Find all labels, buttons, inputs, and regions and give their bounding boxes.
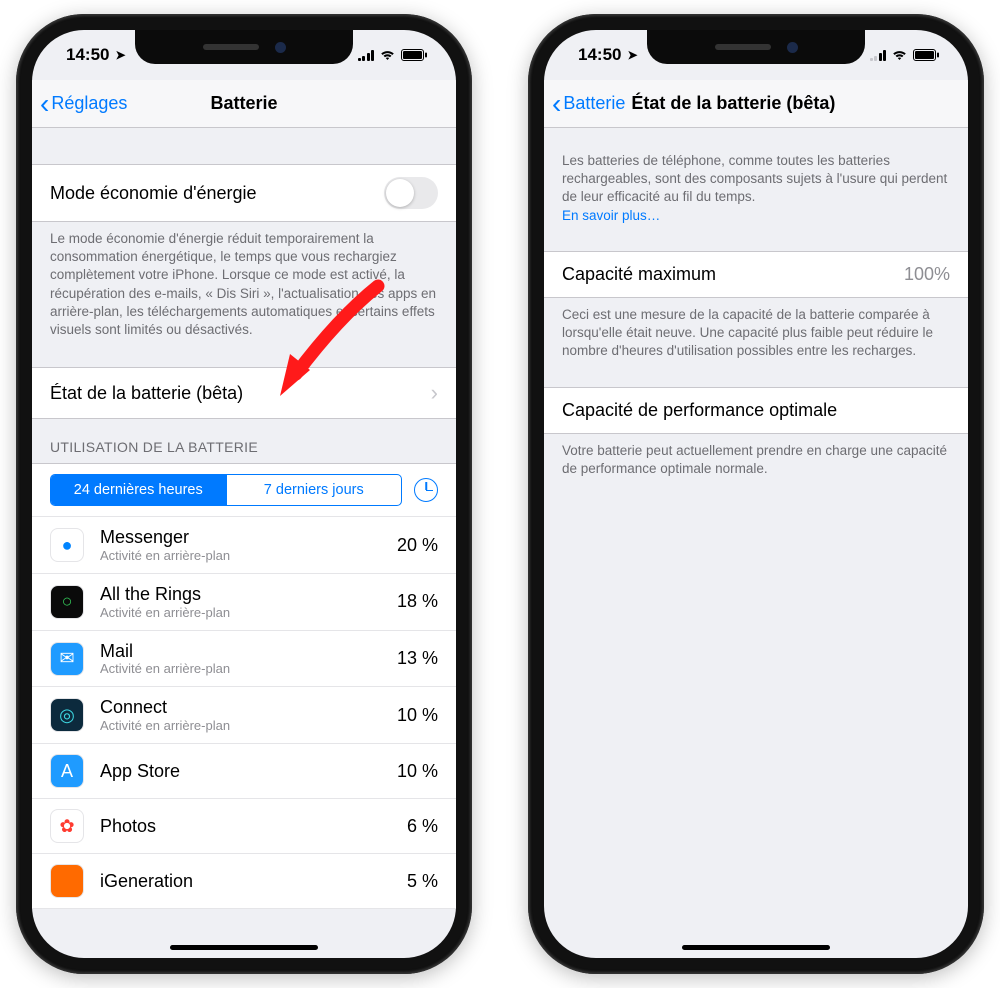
iphone-mockup-left: 14:50 ➤ ‹ Régl <box>16 14 472 974</box>
page-title: État de la batterie (bêta) <box>631 93 835 114</box>
screen-right: 14:50 ➤ ‹ Batt <box>544 30 968 958</box>
app-row[interactable]: ◎ ConnectActivité en arrière-plan 10 % <box>32 687 456 744</box>
back-label: Batterie <box>563 93 625 114</box>
clock-icon[interactable] <box>414 478 438 502</box>
status-time: 14:50 <box>578 45 621 65</box>
low-power-toggle[interactable] <box>384 177 438 209</box>
app-percent: 10 % <box>397 761 438 782</box>
intro-text: Les batteries de téléphone, comme toutes… <box>544 128 968 227</box>
chevron-left-icon: ‹ <box>552 90 561 118</box>
time-range-segment[interactable]: 24 dernières heures 7 derniers jours <box>50 474 402 506</box>
peak-performance-row: Capacité de performance optimale <box>544 387 968 434</box>
notch <box>135 30 353 64</box>
segment-24h[interactable]: 24 dernières heures <box>51 475 226 505</box>
app-name: Connect <box>100 697 381 718</box>
app-name: Photos <box>100 816 391 837</box>
app-row[interactable]: ✉ MailActivité en arrière-plan 13 % <box>32 631 456 688</box>
app-subtitle: Activité en arrière-plan <box>100 548 381 563</box>
app-name: All the Rings <box>100 584 381 605</box>
chevron-left-icon: ‹ <box>40 90 49 118</box>
usage-header: UTILISATION DE LA BATTERIE <box>32 419 456 463</box>
time-range-row: 24 dernières heures 7 derniers jours <box>32 463 456 516</box>
app-row[interactable]: iGeneration 5 % <box>32 854 456 909</box>
battery-health-row[interactable]: État de la batterie (bêta) › <box>32 367 456 419</box>
wifi-icon <box>891 49 908 61</box>
app-icon: A <box>50 754 84 788</box>
app-icon: ○ <box>50 585 84 619</box>
nav-bar: ‹ Batterie État de la batterie (bêta) <box>544 80 968 128</box>
back-label: Réglages <box>51 93 127 114</box>
app-icon: ✿ <box>50 809 84 843</box>
app-usage-list: ●MessengerActivité en arrière-plan20 %○A… <box>32 516 456 909</box>
app-name: iGeneration <box>100 871 391 892</box>
back-button[interactable]: ‹ Batterie <box>552 90 625 118</box>
app-percent: 13 % <box>397 648 438 669</box>
app-percent: 20 % <box>397 535 438 556</box>
segment-7d[interactable]: 7 derniers jours <box>226 475 402 505</box>
app-percent: 10 % <box>397 705 438 726</box>
app-subtitle: Activité en arrière-plan <box>100 605 381 620</box>
max-capacity-footer: Ceci est une mesure de la capacité de la… <box>544 298 968 363</box>
app-icon <box>50 864 84 898</box>
low-power-footer: Le mode économie d'énergie réduit tempor… <box>32 222 456 341</box>
app-name: App Store <box>100 761 381 782</box>
app-name: Mail <box>100 641 381 662</box>
page-title: Batterie <box>210 93 277 114</box>
battery-icon <box>401 49 428 61</box>
app-percent: 6 % <box>407 816 438 837</box>
status-time: 14:50 <box>66 45 109 65</box>
app-row[interactable]: ● MessengerActivité en arrière-plan 20 % <box>32 516 456 574</box>
app-row[interactable]: ✿ Photos 6 % <box>32 799 456 854</box>
app-subtitle: Activité en arrière-plan <box>100 661 381 676</box>
low-power-label: Mode économie d'énergie <box>50 183 257 204</box>
chevron-right-icon: › <box>431 380 438 406</box>
home-indicator[interactable] <box>170 945 318 950</box>
low-power-mode-row[interactable]: Mode économie d'énergie <box>32 164 456 222</box>
app-percent: 18 % <box>397 591 438 612</box>
app-row[interactable]: A App Store 10 % <box>32 744 456 799</box>
app-subtitle: Activité en arrière-plan <box>100 718 381 733</box>
peak-performance-footer: Votre batterie peut actuellement prendre… <box>544 434 968 480</box>
wifi-icon <box>379 49 396 61</box>
app-icon: ✉ <box>50 642 84 676</box>
iphone-mockup-right: 14:50 ➤ ‹ Batt <box>528 14 984 974</box>
app-icon: ● <box>50 528 84 562</box>
battery-icon <box>913 49 940 61</box>
signal-icon <box>870 50 887 61</box>
learn-more-link[interactable]: En savoir plus… <box>562 208 660 223</box>
battery-health-label: État de la batterie (bêta) <box>50 383 243 404</box>
notch <box>647 30 865 64</box>
app-percent: 5 % <box>407 871 438 892</box>
app-icon: ◎ <box>50 698 84 732</box>
peak-performance-label: Capacité de performance optimale <box>562 400 837 421</box>
location-icon: ➤ <box>627 48 637 62</box>
back-button[interactable]: ‹ Réglages <box>40 90 127 118</box>
max-capacity-label: Capacité maximum <box>562 264 716 285</box>
max-capacity-value: 100% <box>904 264 950 285</box>
nav-bar: ‹ Réglages Batterie <box>32 80 456 128</box>
location-icon: ➤ <box>115 48 125 62</box>
app-row[interactable]: ○ All the RingsActivité en arrière-plan 18… <box>32 574 456 631</box>
screen-left: 14:50 ➤ ‹ Régl <box>32 30 456 958</box>
app-name: Messenger <box>100 527 381 548</box>
max-capacity-row: Capacité maximum 100% <box>544 251 968 298</box>
home-indicator[interactable] <box>682 945 830 950</box>
signal-icon <box>358 50 375 61</box>
content[interactable]: Mode économie d'énergie Le mode économie… <box>32 128 456 958</box>
content[interactable]: Les batteries de téléphone, comme toutes… <box>544 128 968 958</box>
